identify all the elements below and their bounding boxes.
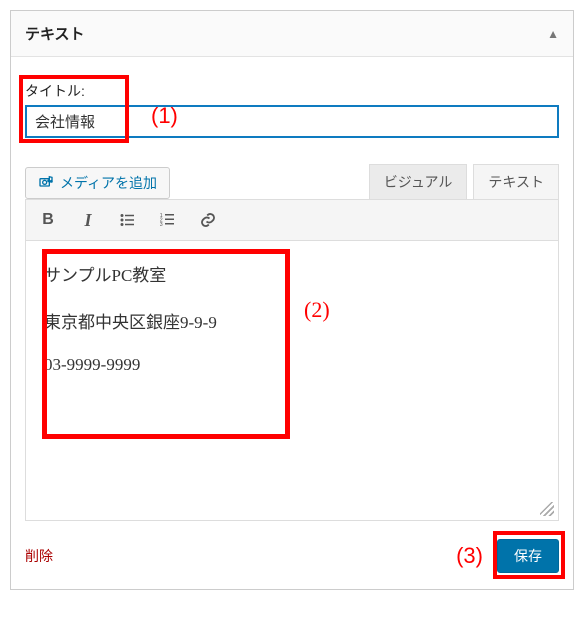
link-button[interactable]: [194, 206, 222, 234]
italic-button[interactable]: I: [74, 206, 102, 234]
add-media-label: メディアを追加: [60, 173, 157, 193]
content-line-1: サンプルPC教室: [44, 261, 540, 286]
text-widget: テキスト ▲ タイトル: (1) メディアを追加: [10, 10, 574, 590]
bullet-list-button[interactable]: [114, 206, 142, 234]
title-input[interactable]: [25, 105, 559, 138]
editor-tabs: ビジュアル テキスト: [369, 164, 559, 199]
title-group: タイトル: (1): [25, 81, 559, 138]
editor-content-area[interactable]: サンプルPC教室 東京都中央区銀座9-9-9 03-9999-9999 (2): [25, 241, 559, 521]
delete-link[interactable]: 削除: [25, 546, 53, 566]
editor-controls-row: メディアを追加 ビジュアル テキスト: [25, 164, 559, 199]
widget-footer: 削除 保存 (3): [25, 539, 559, 573]
tab-text[interactable]: テキスト: [473, 164, 559, 199]
resize-grip-icon[interactable]: [540, 502, 554, 516]
editor-toolbar: B I 1 2 3: [25, 199, 559, 241]
collapse-icon[interactable]: ▲: [547, 27, 559, 41]
bold-button[interactable]: B: [34, 206, 62, 234]
add-media-button[interactable]: メディアを追加: [25, 167, 170, 199]
content-line-3: 03-9999-9999: [44, 355, 540, 375]
save-button[interactable]: 保存: [497, 539, 559, 573]
title-label: タイトル:: [25, 81, 559, 101]
tab-visual[interactable]: ビジュアル: [369, 164, 468, 199]
widget-title: テキスト: [25, 23, 85, 44]
content-line-2: 東京都中央区銀座9-9-9: [44, 308, 540, 333]
annotation-label-2: (2): [304, 297, 330, 323]
widget-body: タイトル: (1) メディアを追加 ビジュアル: [11, 57, 573, 589]
camera-music-icon: [38, 174, 54, 193]
annotation-label-1: (1): [151, 103, 178, 129]
annotation-label-3: (3): [456, 543, 483, 569]
numbered-list-button[interactable]: 1 2 3: [154, 206, 182, 234]
svg-text:3: 3: [160, 222, 163, 228]
widget-header[interactable]: テキスト ▲: [11, 11, 573, 57]
